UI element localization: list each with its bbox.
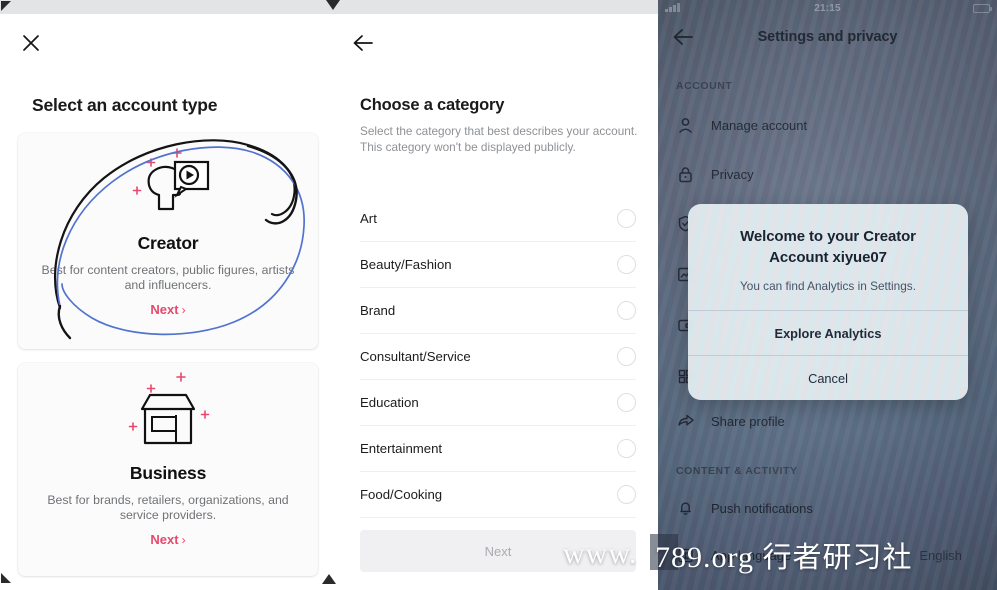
category-label: Education (360, 395, 419, 410)
back-arrow-icon[interactable] (350, 30, 376, 56)
category-radio[interactable] (617, 347, 636, 366)
settings-item-app-language[interactable]: App language English (676, 543, 976, 567)
category-row-brand[interactable]: Brand (360, 288, 636, 334)
account-type-card-business[interactable]: Business Best for brands, retailers, org… (18, 363, 318, 576)
page-title: Settings and privacy (757, 29, 898, 45)
account-type-screen: Select an account type Creator Best for … (0, 0, 338, 590)
welcome-creator-dialog: Welcome to your Creator Account xiyue07 … (688, 204, 968, 400)
settings-item-label: App language (711, 547, 792, 563)
category-radio[interactable] (617, 255, 636, 274)
category-radio[interactable] (617, 393, 636, 412)
storefront-icon (18, 363, 318, 459)
creator-next-button[interactable]: Next › (150, 302, 185, 317)
settings-header: Settings and privacy (658, 16, 997, 58)
battery-icon (973, 3, 992, 13)
bell-icon (676, 499, 695, 518)
screenshot-stage: Select an account type Creator Best for … (0, 0, 997, 590)
page-subtitle: Select the category that best describes … (360, 124, 638, 154)
crop-marker-top-left (1, 1, 13, 13)
creator-next-label: Next (150, 302, 179, 317)
watermark-mask (650, 534, 678, 570)
status-band (338, 0, 658, 14)
category-label: Entertainment (360, 441, 443, 456)
dialog-message: You can find Analytics in Settings. (740, 279, 916, 293)
category-label: Art (360, 211, 377, 226)
category-list: Art Beauty/Fashion Brand Consultant/Serv… (360, 196, 636, 518)
card-description-creator: Best for content creators, public figure… (41, 263, 295, 292)
settings-item-share-profile[interactable]: Share profile (676, 409, 976, 433)
category-row-food-cooking[interactable]: Food/Cooking (360, 472, 636, 518)
category-row-beauty-fashion[interactable]: Beauty/Fashion (360, 242, 636, 288)
crop-marker-top-center (326, 0, 340, 12)
crop-marker-bottom-center (322, 574, 336, 586)
card-description-business: Best for brands, retailers, organization… (47, 493, 289, 522)
choose-category-screen: Choose a category Select the category th… (338, 0, 658, 590)
settings-item-manage-account[interactable]: Manage account (676, 113, 976, 137)
business-next-label: Next (150, 532, 179, 547)
lock-icon (676, 165, 695, 184)
creator-head-play-icon (18, 133, 318, 231)
next-button[interactable]: Next (360, 530, 636, 572)
close-icon[interactable] (18, 30, 44, 56)
category-radio[interactable] (617, 209, 636, 228)
settings-item-label: Manage account (711, 117, 808, 133)
chevron-right-icon: › (181, 532, 186, 547)
status-clock: 21:15 (814, 2, 841, 14)
section-header-content-activity: CONTENT & ACTIVITY (676, 465, 798, 477)
category-row-entertainment[interactable]: Entertainment (360, 426, 636, 472)
card-title-business: Business (129, 463, 207, 483)
category-radio[interactable] (617, 485, 636, 504)
explore-analytics-button[interactable]: Explore Analytics (688, 310, 968, 355)
category-label: Food/Cooking (360, 487, 443, 502)
cancel-button[interactable]: Cancel (688, 355, 968, 400)
settings-item-label: Push notifications (711, 500, 813, 516)
page-title: Choose a category (360, 96, 505, 114)
person-icon (676, 116, 695, 135)
account-type-card-creator[interactable]: Creator Best for content creators, publi… (18, 133, 318, 349)
phone-status-bar: 21:15 (658, 0, 997, 16)
settings-item-label: Share profile (711, 413, 785, 429)
category-row-education[interactable]: Education (360, 380, 636, 426)
language-icon (676, 546, 695, 565)
share-arrow-icon (676, 412, 695, 431)
page-title: Select an account type (32, 95, 218, 115)
chevron-right-icon: › (181, 302, 186, 317)
category-row-art[interactable]: Art (360, 196, 636, 242)
category-label: Consultant/Service (360, 349, 471, 364)
category-radio[interactable] (617, 301, 636, 320)
business-next-button[interactable]: Next › (150, 532, 185, 547)
status-band (0, 0, 338, 14)
category-radio[interactable] (617, 439, 636, 458)
section-header-account: ACCOUNT (676, 80, 733, 92)
category-label: Beauty/Fashion (360, 257, 452, 272)
settings-item-push-notifications[interactable]: Push notifications (676, 496, 976, 520)
settings-item-label: Privacy (711, 166, 754, 182)
category-row-consultant-service[interactable]: Consultant/Service (360, 334, 636, 380)
settings-and-privacy-photo: 21:15 Settings and privacy ACCOUNT Manag… (658, 0, 997, 590)
dialog-title: Welcome to your Creator Account xiyue07 (740, 228, 916, 266)
settings-item-privacy[interactable]: Privacy (676, 162, 976, 186)
crop-marker-bottom-left (1, 571, 13, 583)
settings-item-value: English (919, 547, 962, 563)
category-label: Brand (360, 303, 396, 318)
card-title-creator: Creator (137, 233, 199, 253)
